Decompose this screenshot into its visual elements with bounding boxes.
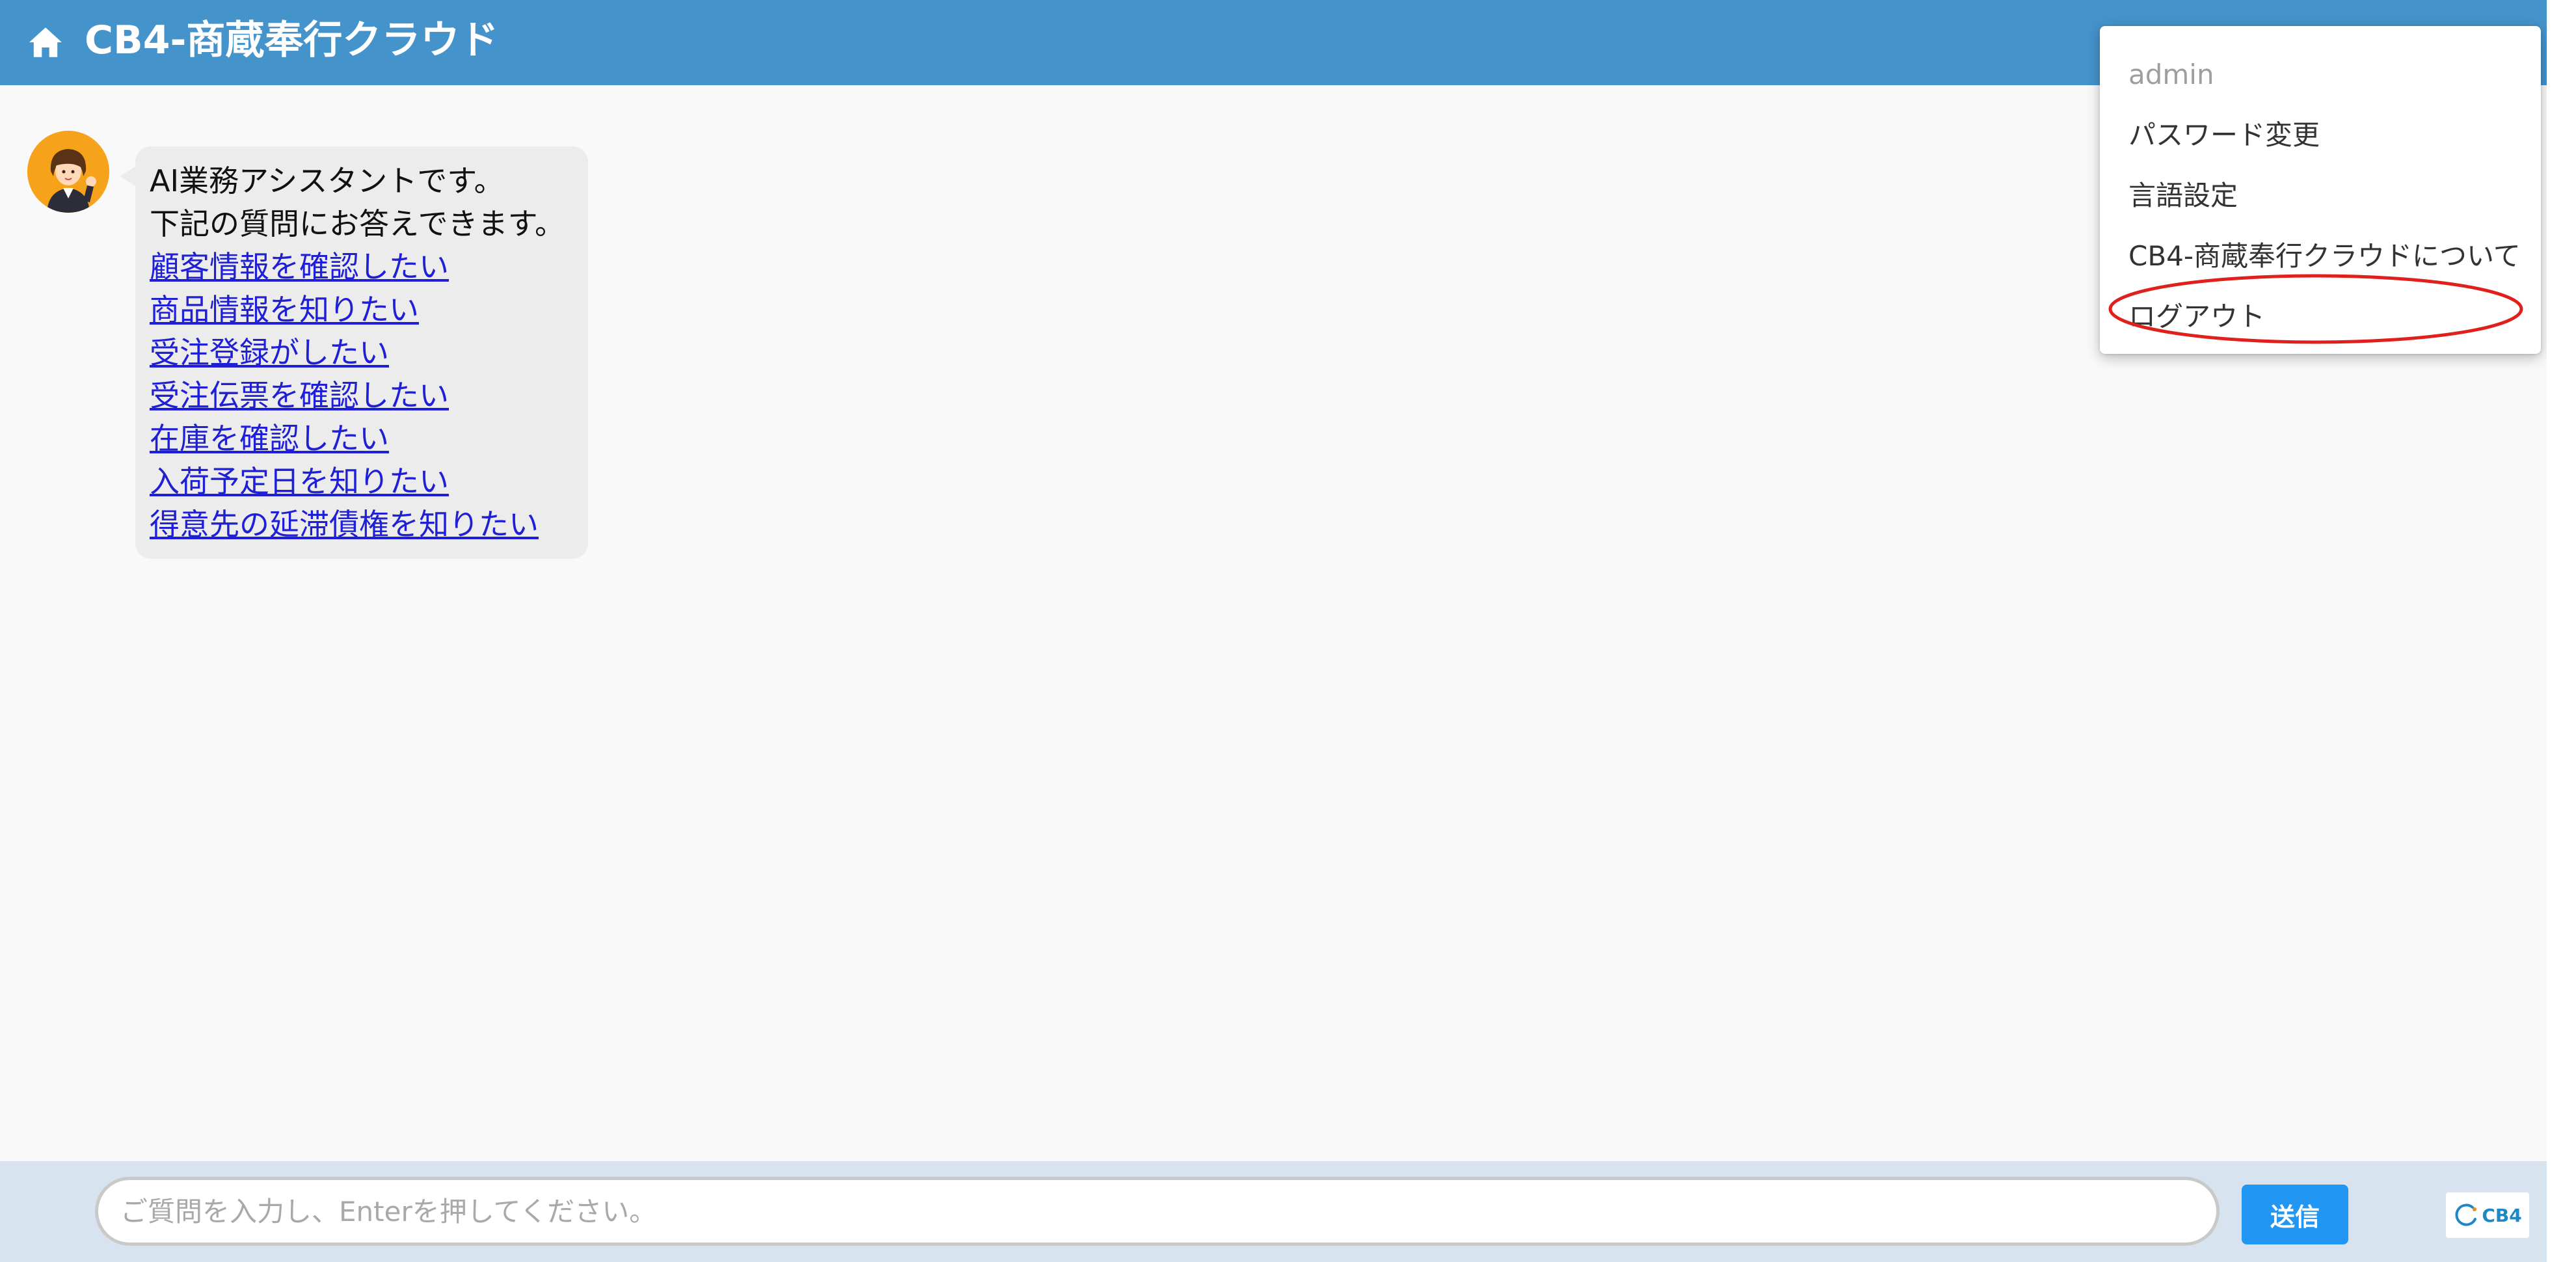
suggestion-link-order-entry[interactable]: 受注登録がしたい [150, 331, 574, 374]
suggestion-link-overdue-receivables[interactable]: 得意先の延滞債権を知りたい [150, 503, 574, 546]
app-title: CB4-商蔵奉行クラウド [85, 18, 499, 63]
suggestion-link-order-slip[interactable]: 受注伝票を確認したい [150, 374, 574, 417]
question-input-wrapper [95, 1177, 2220, 1246]
suggestion-link-inventory[interactable]: 在庫を確認したい [150, 417, 574, 460]
suggestion-link-product-info[interactable]: 商品情報を知りたい [150, 288, 574, 331]
suggestion-link-customer-info[interactable]: 顧客情報を確認したい [150, 245, 574, 288]
question-input[interactable] [98, 1180, 2216, 1242]
cb4-logo-icon [2455, 1203, 2477, 1226]
intro-line: AI業務アシスタントです。 [150, 163, 504, 198]
page-right-edge [2547, 0, 2576, 1262]
suggestion-link-arrival-date[interactable]: 入荷予定日を知りたい [150, 460, 574, 503]
menu-item-language[interactable]: 言語設定 [2100, 165, 2541, 226]
logout-highlight-circle [2108, 274, 2523, 344]
assistant-message-bubble: AI業務アシスタントです。 下記の質問にお答えできます。 顧客情報を確認したい … [120, 146, 588, 559]
cb4-logo-text: CB4 [2482, 1204, 2522, 1226]
cb4-logo: CB4 [2446, 1192, 2529, 1238]
intro-line: 下記の質問にお答えできます。 [150, 206, 565, 241]
home-icon[interactable] [27, 26, 64, 59]
assistant-avatar-icon [27, 131, 109, 213]
send-button[interactable]: 送信 [2242, 1185, 2348, 1244]
chat-input-bar: 送信 CB4 [0, 1161, 2547, 1262]
menu-item-change-password[interactable]: パスワード変更 [2100, 105, 2541, 165]
menu-username: admin [2128, 59, 2214, 90]
